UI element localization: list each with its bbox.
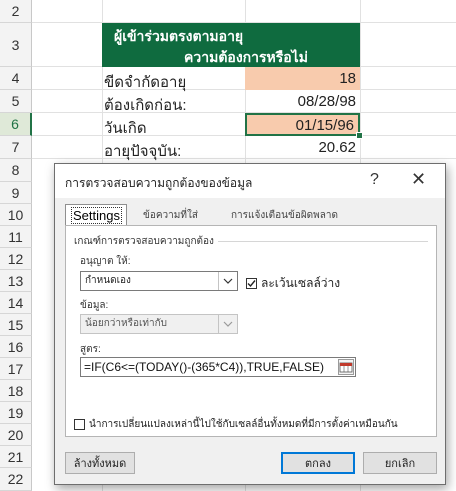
tab-error-alert[interactable]: การแจ้งเตือนข้อผิดพลาด <box>225 206 344 226</box>
apply-all-label: นำการเปลี่ยนแปลงเหล่านี้ไปใช้กับเซลล์อื่… <box>89 419 398 430</box>
tab-settings-label: Settings <box>71 207 122 224</box>
must-be-born-before-value[interactable]: 08/28/98 <box>245 90 360 113</box>
row-gridline <box>32 158 456 159</box>
criteria-group-label: เกณฑ์การตรวจสอบความถูกต้อง <box>74 234 218 249</box>
row-header[interactable]: 22 <box>0 468 32 491</box>
row-header[interactable]: 3 <box>0 23 32 67</box>
data-validation-dialog: การตรวจสอบความถูกต้องของข้อมูล ? ✕ Setti… <box>54 163 446 485</box>
row-header[interactable]: 4 <box>0 67 32 90</box>
row-gridline <box>32 89 456 90</box>
must-be-born-before-label[interactable]: ต้องเกิดก่อน: <box>104 93 244 114</box>
row-header[interactable]: 16 <box>0 336 32 358</box>
row-header[interactable]: 15 <box>0 314 32 336</box>
row-header[interactable]: 8 <box>0 159 32 182</box>
apply-all-option[interactable]: นำการเปลี่ยนแปลงเหล่านี้ไปใช้กับเซลล์อื่… <box>74 417 398 432</box>
row-gridline <box>32 135 456 136</box>
current-age-label[interactable]: อายุปัจจุบัน: <box>104 139 244 160</box>
help-button[interactable]: ? <box>370 171 379 189</box>
tab-bar: Settings ข้อความที่ใส่ การแจ้งเตือนข้อผิ… <box>65 204 437 227</box>
row-header[interactable]: 9 <box>0 182 32 204</box>
row-header[interactable]: 14 <box>0 292 32 314</box>
tab-input-message[interactable]: ข้อความที่ใส่ <box>137 206 204 226</box>
row-header[interactable]: 7 <box>0 136 32 159</box>
header-title-line1: ผู้เข้าร่วมตรงตามอายุ <box>114 28 244 44</box>
age-limit-label[interactable]: ขีดจำกัดอายุ <box>104 70 244 91</box>
row-header[interactable]: 2 <box>0 0 32 23</box>
row-header[interactable]: 12 <box>0 248 32 270</box>
ignore-blank-option[interactable]: ละเว้นเซลล์ว่าง <box>246 274 340 293</box>
close-icon[interactable]: ✕ <box>411 169 426 190</box>
allow-select-value: กำหนดเอง <box>85 275 131 286</box>
table-header[interactable]: ผู้เข้าร่วมตรงตามอายุ ความต้องการหรือไม่ <box>102 23 360 67</box>
row-header[interactable]: 18 <box>0 380 32 402</box>
header-title-line2: ความต้องการหรือไม่ <box>184 49 308 65</box>
row-header-active[interactable]: 6 <box>0 113 32 136</box>
cancel-button[interactable]: ยกเลิก <box>363 452 437 474</box>
row-header[interactable]: 5 <box>0 90 32 113</box>
row-header[interactable]: 21 <box>0 446 32 468</box>
allow-select[interactable]: กำหนดเอง <box>80 271 238 291</box>
row-header[interactable]: 17 <box>0 358 32 380</box>
settings-panel: เกณฑ์การตรวจสอบความถูกต้อง อนุญาต ให้: ก… <box>65 225 437 437</box>
row-header[interactable]: 10 <box>0 204 32 226</box>
formula-value: =IF(C6<=(TODAY()-(365*C4)),TRUE,FALSE) <box>84 360 324 374</box>
allow-label: อนุญาต ให้: <box>80 256 131 267</box>
ok-button[interactable]: ตกลง <box>281 452 355 474</box>
row-header[interactable]: 11 <box>0 226 32 248</box>
formula-input[interactable]: =IF(C6<=(TODAY()-(365*C4)),TRUE,FALSE) <box>80 357 356 377</box>
age-limit-value[interactable]: 18 <box>245 67 360 90</box>
row-header[interactable]: 20 <box>0 424 32 446</box>
dialog-title: การตรวจสอบความถูกต้องของข้อมูล <box>65 176 253 190</box>
dialog-titlebar[interactable]: การตรวจสอบความถูกต้องของข้อมูล ? ✕ <box>55 164 445 198</box>
row-header[interactable]: 19 <box>0 402 32 424</box>
data-select[interactable]: น้อยกว่าหรือเท่ากับ <box>80 314 238 334</box>
checkmark-icon <box>247 280 256 288</box>
tab-settings[interactable]: Settings <box>65 204 127 227</box>
ignore-blank-checkbox[interactable] <box>246 278 257 289</box>
clear-all-button[interactable]: ล้างทั้งหมด <box>65 452 135 474</box>
birthdate-label[interactable]: วันเกิด <box>104 116 244 137</box>
chevron-down-icon <box>218 315 237 333</box>
formula-label: สูตร: <box>80 344 101 355</box>
birthdate-value[interactable]: 01/15/96 <box>245 113 360 136</box>
ignore-blank-label: ละเว้นเซลล์ว่าง <box>261 276 341 290</box>
apply-all-checkbox[interactable] <box>74 419 85 430</box>
row-gridline <box>32 112 456 113</box>
chevron-down-icon <box>218 272 237 290</box>
data-select-value: น้อยกว่าหรือเท่ากับ <box>85 318 167 329</box>
data-label: ข้อมูล: <box>80 300 109 311</box>
range-selector-icon[interactable] <box>338 359 354 375</box>
current-age-value[interactable]: 20.62 <box>245 136 360 159</box>
row-header[interactable]: 13 <box>0 270 32 292</box>
